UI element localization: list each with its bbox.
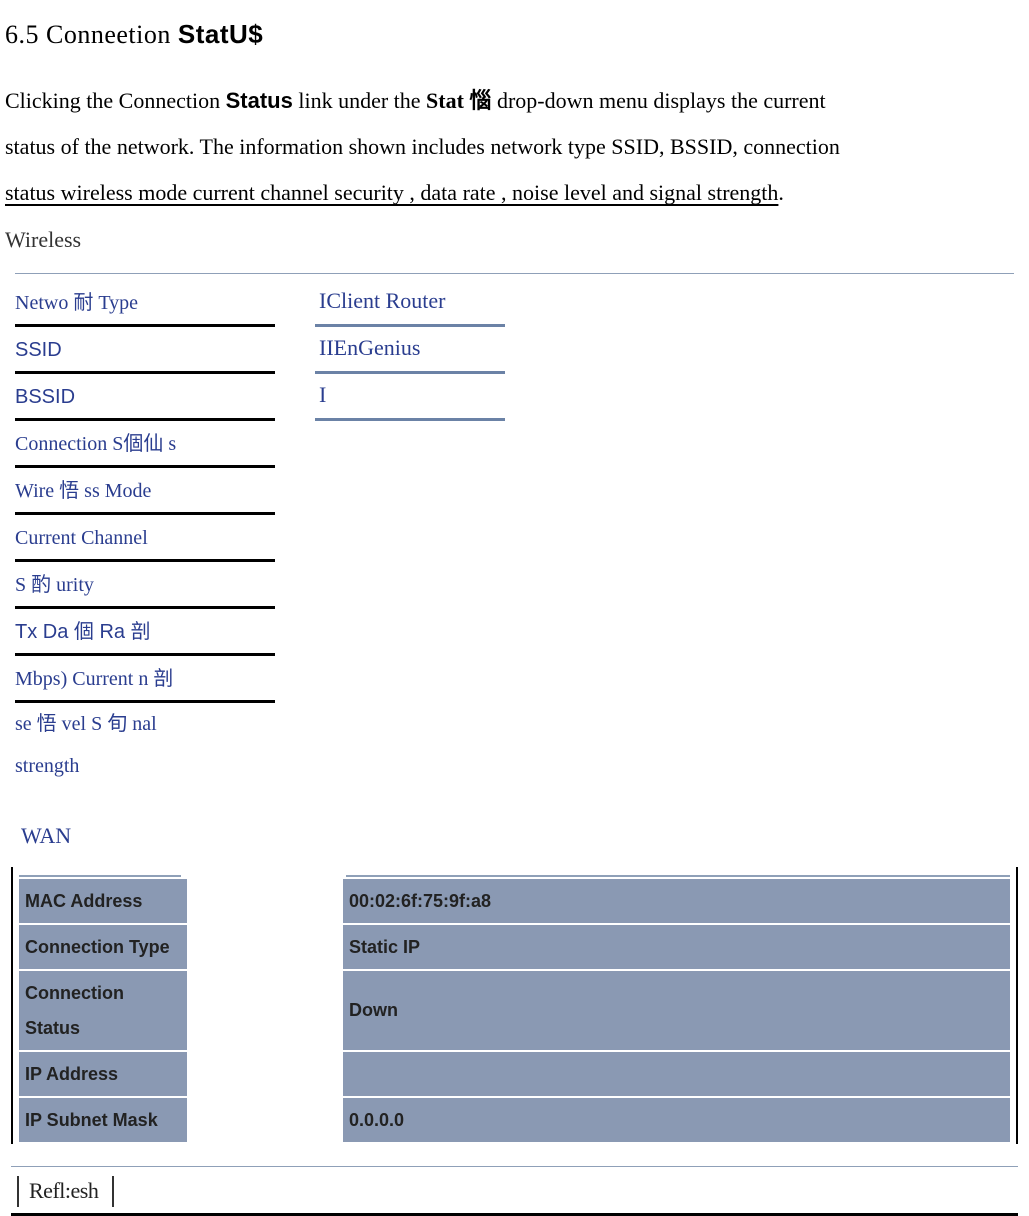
section-title-main: Conneetion [46, 20, 171, 49]
wan-value: 0.0.0.0 [343, 1097, 1010, 1143]
wan-heading: WAN [21, 815, 1024, 857]
value-text: Client Router [326, 280, 445, 322]
paragraph-line-1: Clicking the Connection Status link unde… [5, 79, 1024, 123]
section-title: 6.5 Conneetion StatU$ [5, 10, 1024, 59]
wireless-value: I [315, 373, 505, 420]
table-row: MAC Address 00:02:6f:75:9f:a8 [19, 879, 1010, 924]
section-title-sub: StatU$ [178, 19, 263, 49]
refresh-section: Refl:esh [11, 1166, 1018, 1216]
marker: I [319, 280, 326, 322]
wan-value: Down [343, 970, 1010, 1050]
paragraph-line-3: status wireless mode current channel sec… [5, 171, 1024, 215]
marker: II [319, 327, 334, 369]
value-text: EnGenius [334, 327, 421, 369]
wireless-label: Tx Da 個 Ra 剖 [15, 608, 275, 655]
wireless-value [315, 514, 505, 561]
wan-label: IP Address [19, 1051, 188, 1097]
wireless-value [315, 420, 505, 467]
wireless-label: Connection S個仙 s [15, 420, 275, 467]
wireless-label: Netwo 耐 Type [15, 280, 275, 326]
wireless-value [315, 655, 505, 702]
wireless-value: IClient Router [315, 280, 505, 326]
wireless-label: S 酌 urity [15, 561, 275, 608]
wan-table: MAC Address00:02:6f:75:9f:a8Connection T… [19, 879, 1010, 1144]
table-row: IP Subnet Mask 0.0.0.0 [19, 1097, 1010, 1143]
wan-label: MAC Address [19, 879, 188, 924]
refresh-divider-top [11, 1166, 1018, 1167]
section-number: 6.5 [5, 20, 39, 49]
wireless-extra-label: strength [15, 745, 275, 787]
wireless-value: IIEnGenius [315, 326, 505, 373]
marker: I [319, 374, 326, 416]
wireless-label: Mbps) Current n 剖 [15, 655, 275, 702]
wireless-value [315, 608, 505, 655]
wan-label: IP Subnet Mask [19, 1097, 188, 1143]
wireless-label: BSSID [15, 373, 275, 420]
wireless-extra: se 悟 vel S 旬 nalstrength [15, 703, 275, 787]
wan-label: Connection Status [19, 970, 188, 1050]
table-row: IP Address [19, 1051, 1010, 1097]
wan-value: 00:02:6f:75:9f:a8 [343, 879, 1010, 924]
wan-value [343, 1051, 1010, 1097]
wireless-label: Wire 悟 ss Mode [15, 467, 275, 514]
table-row: Connection Status Down [19, 970, 1010, 1050]
wireless-divider [15, 273, 1014, 274]
wireless-value [315, 467, 505, 514]
wireless-extra-label: se 悟 vel S 旬 nal [15, 703, 275, 745]
wireless-heading: Wireless [5, 219, 1024, 261]
wireless-table: Netwo 耐 TypeIClient RouterSSIDIIEnGenius… [15, 280, 505, 703]
wireless-label: SSID [15, 326, 275, 373]
wan-label: Connection Type [19, 924, 188, 970]
paragraph-line-2: status of the network. The information s… [5, 125, 1024, 169]
wireless-label: Current Channel [15, 514, 275, 561]
wan-panel: MAC Address00:02:6f:75:9f:a8Connection T… [11, 867, 1018, 1144]
wan-topline [19, 875, 1010, 877]
wireless-value [315, 561, 505, 608]
refresh-button[interactable]: Refl:esh [17, 1176, 114, 1206]
wan-value: Static IP [343, 924, 1010, 970]
table-row: Connection Type Static IP [19, 924, 1010, 970]
